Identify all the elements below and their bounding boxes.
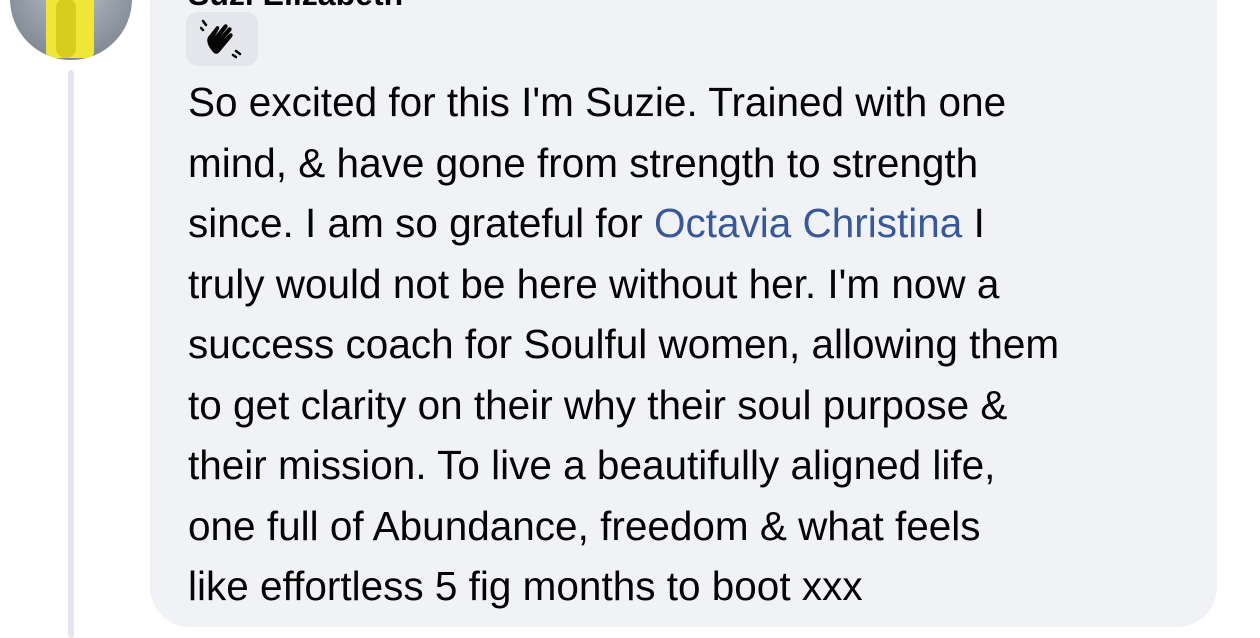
comment-line: their mission. To live a beautifully ali… (188, 442, 996, 488)
comment-line: So excited for this I'm Suzie. Trained w… (188, 79, 1007, 125)
comment-line: mind, & have gone from strength to stren… (188, 139, 979, 186)
avatar[interactable] (10, 0, 132, 60)
comment-line: to get clarity on their why their soul p… (188, 381, 1008, 428)
comment-line: truly would not be here without her. I'm… (188, 260, 1000, 307)
comment-line: one full of Abundance, freedom & what fe… (188, 502, 981, 549)
waving-hand-icon (200, 19, 242, 59)
comment-line: success coach for Soulful women, allowin… (188, 321, 1060, 367)
avatar-figure-shade (56, 0, 76, 58)
reaction-chip[interactable] (186, 12, 258, 66)
comment-line: like effortless 5 fig months to boot xxx (188, 563, 863, 609)
thread-connector-line (68, 70, 74, 638)
mention-link[interactable]: Octavia Christina (654, 200, 962, 246)
comment-line: since. I am so grateful for Octavia Chri… (188, 200, 985, 246)
comment-thread: Suzi Elizabeth So excited for this I'm S… (0, 0, 1260, 638)
comment-body: So excited for this I'm Suzie. Trained w… (188, 72, 1198, 617)
